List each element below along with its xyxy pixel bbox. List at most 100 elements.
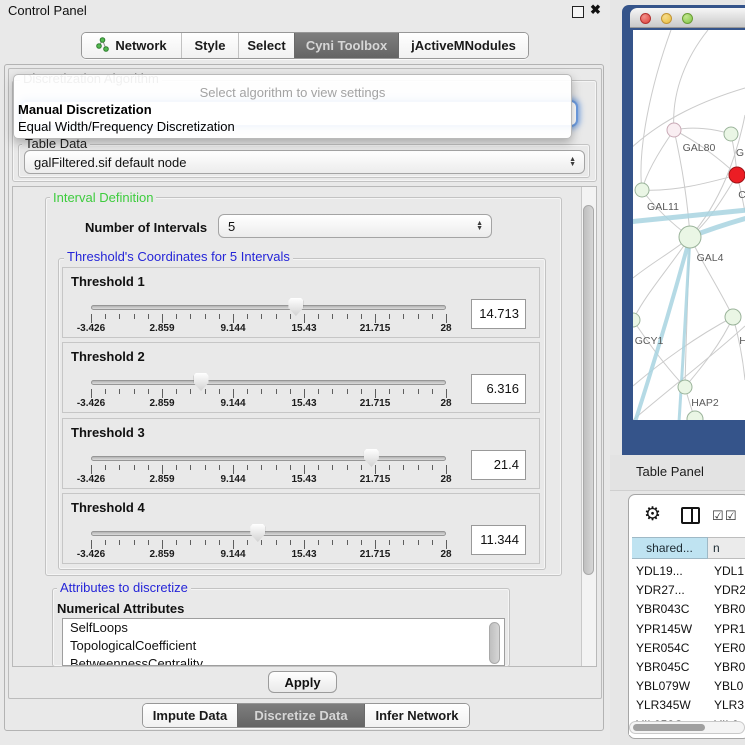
network-window-titlebar bbox=[630, 8, 745, 28]
checkbox-icon[interactable]: ☑ bbox=[725, 509, 737, 522]
list-item[interactable]: TopologicalCoefficient bbox=[63, 637, 504, 655]
tick-mark bbox=[304, 465, 305, 474]
table-row[interactable]: YDR27...YDR2 bbox=[629, 581, 745, 600]
network-node-label: GAL4 bbox=[697, 252, 724, 264]
slider-track[interactable] bbox=[91, 531, 446, 536]
table-row[interactable]: YBR045CYBR0 bbox=[629, 658, 745, 677]
network-node-hap2[interactable] bbox=[678, 380, 692, 394]
close-traffic-light[interactable] bbox=[640, 13, 651, 24]
tick-mark bbox=[91, 314, 92, 323]
tick-mark bbox=[389, 465, 390, 470]
network-canvas[interactable]: GAL80GCGAL11GAL4GCY1HHAP2 bbox=[633, 30, 745, 420]
list-item[interactable]: BetweennessCentrality bbox=[63, 655, 504, 666]
network-edge bbox=[642, 175, 737, 190]
tick-mark bbox=[91, 465, 92, 474]
cell-shared-name: YDL19... bbox=[636, 564, 683, 578]
num-intervals-combobox[interactable]: 5 ▲▼ bbox=[218, 214, 492, 238]
threshold-panel-4: Threshold 4-3.4262.8599.14415.4321.71528… bbox=[62, 493, 540, 564]
cell-shared-name: YBL079W bbox=[636, 679, 690, 693]
tab-label: Impute Data bbox=[153, 708, 227, 723]
interval-definition-title: Interval Definition bbox=[50, 191, 156, 204]
network-node-c[interactable] bbox=[729, 167, 745, 183]
slider-thumb[interactable] bbox=[364, 449, 379, 467]
network-node-gcy1[interactable] bbox=[633, 313, 640, 327]
tab-cyni-toolbox[interactable]: Cyni Toolbox bbox=[294, 33, 398, 58]
table-row[interactable]: YDL19...YDL1 bbox=[629, 562, 745, 581]
cell-name: YDR2 bbox=[714, 583, 745, 597]
table-row[interactable]: YER054CYER0 bbox=[629, 639, 745, 658]
dropdown-prompt-item[interactable]: Select algorithm to view settings bbox=[14, 85, 571, 100]
tick-mark bbox=[247, 389, 248, 394]
tick-mark bbox=[446, 314, 447, 323]
threshold-value-field[interactable]: 21.4 bbox=[471, 450, 526, 480]
tab-impute-data[interactable]: Impute Data bbox=[143, 704, 237, 727]
threshold-value-field[interactable]: 14.713 bbox=[471, 299, 526, 329]
network-node-gal80[interactable] bbox=[667, 123, 681, 137]
network-node-label: HAP2 bbox=[691, 397, 719, 409]
checkbox-icon[interactable]: ☑ bbox=[712, 509, 724, 522]
table-row[interactable]: YLR345WYLR3 bbox=[629, 696, 745, 715]
spinner-arrows-icon: ▲▼ bbox=[476, 221, 483, 231]
minimize-traffic-light[interactable] bbox=[661, 13, 672, 24]
table-data-combobox[interactable]: galFiltered.sif default node ▲▼ bbox=[24, 150, 585, 174]
table-row[interactable]: YPR145WYPR1 bbox=[629, 620, 745, 639]
threshold-value-field[interactable]: 11.344 bbox=[471, 525, 526, 555]
tick-mark bbox=[119, 465, 120, 470]
dropdown-option-equal-width[interactable]: Equal Width/Frequency Discretization bbox=[18, 119, 235, 134]
apply-button[interactable]: Apply bbox=[268, 671, 337, 693]
float-window-icon[interactable] bbox=[572, 6, 584, 18]
tab-infer-network[interactable]: Infer Network bbox=[364, 704, 469, 727]
network-node[interactable] bbox=[687, 411, 703, 420]
table-row[interactable]: YBL079WYBL0 bbox=[629, 677, 745, 696]
column-header-name[interactable]: n bbox=[708, 537, 745, 559]
tab-label: Discretize Data bbox=[254, 708, 347, 723]
network-node-label: GAL11 bbox=[647, 201, 679, 213]
dropdown-option-manual[interactable]: Manual Discretization bbox=[18, 102, 152, 117]
table-hscrollbar-track[interactable] bbox=[629, 721, 745, 734]
tick-mark bbox=[389, 314, 390, 319]
tick-label: 9.144 bbox=[209, 398, 257, 409]
threshold-value-field[interactable]: 6.316 bbox=[471, 374, 526, 404]
tick-mark bbox=[261, 314, 262, 319]
slider-track[interactable] bbox=[91, 456, 446, 461]
tab-discretize-data[interactable]: Discretize Data bbox=[237, 704, 364, 727]
tick-label: 15.43 bbox=[280, 474, 328, 485]
slider-thumb[interactable] bbox=[194, 373, 209, 391]
attributes-list-scrollbar[interactable] bbox=[489, 622, 500, 664]
tick-mark bbox=[446, 465, 447, 474]
tick-mark bbox=[176, 540, 177, 545]
tab-style[interactable]: Style bbox=[181, 33, 238, 58]
network-node-gal11[interactable] bbox=[635, 183, 649, 197]
tab-select[interactable]: Select bbox=[238, 33, 294, 58]
tab-network[interactable]: Network bbox=[82, 33, 181, 58]
table-hscrollbar-thumb[interactable] bbox=[633, 724, 705, 731]
tick-mark bbox=[91, 540, 92, 549]
tick-label: 15.43 bbox=[280, 323, 328, 334]
table-panel-title: Table Panel bbox=[636, 464, 704, 479]
tick-mark bbox=[318, 465, 319, 470]
tick-mark bbox=[290, 314, 291, 319]
numerical-attributes-list[interactable]: SelfLoopsTopologicalCoefficientBetweenne… bbox=[62, 618, 505, 666]
slider-track[interactable] bbox=[91, 380, 446, 385]
tick-mark bbox=[276, 389, 277, 394]
network-node-g[interactable] bbox=[724, 127, 738, 141]
tab-label: Cyni Toolbox bbox=[306, 38, 387, 53]
main-scrollbar-thumb[interactable] bbox=[583, 205, 594, 575]
table-row[interactable]: YBR043CYBR0 bbox=[629, 600, 745, 619]
maximize-traffic-light[interactable] bbox=[682, 13, 693, 24]
slider-track[interactable] bbox=[91, 305, 446, 310]
close-icon[interactable]: ✖ bbox=[590, 2, 601, 18]
tick-mark bbox=[134, 465, 135, 470]
slider-thumb[interactable] bbox=[250, 524, 265, 542]
network-node-gal4[interactable] bbox=[679, 226, 701, 248]
tick-mark bbox=[332, 314, 333, 319]
list-item[interactable]: SelfLoops bbox=[63, 619, 504, 637]
tick-mark bbox=[418, 389, 419, 394]
network-node-h[interactable] bbox=[725, 309, 741, 325]
column-header-shared-name[interactable]: shared... bbox=[632, 537, 708, 559]
cell-shared-name: YPR145W bbox=[636, 622, 692, 636]
tab-jactivemnodules[interactable]: jActiveMNodules bbox=[398, 33, 528, 58]
tick-label: 21.715 bbox=[351, 549, 399, 560]
gear-icon[interactable]: ⚙ bbox=[644, 505, 661, 524]
split-view-icon[interactable] bbox=[681, 507, 700, 524]
